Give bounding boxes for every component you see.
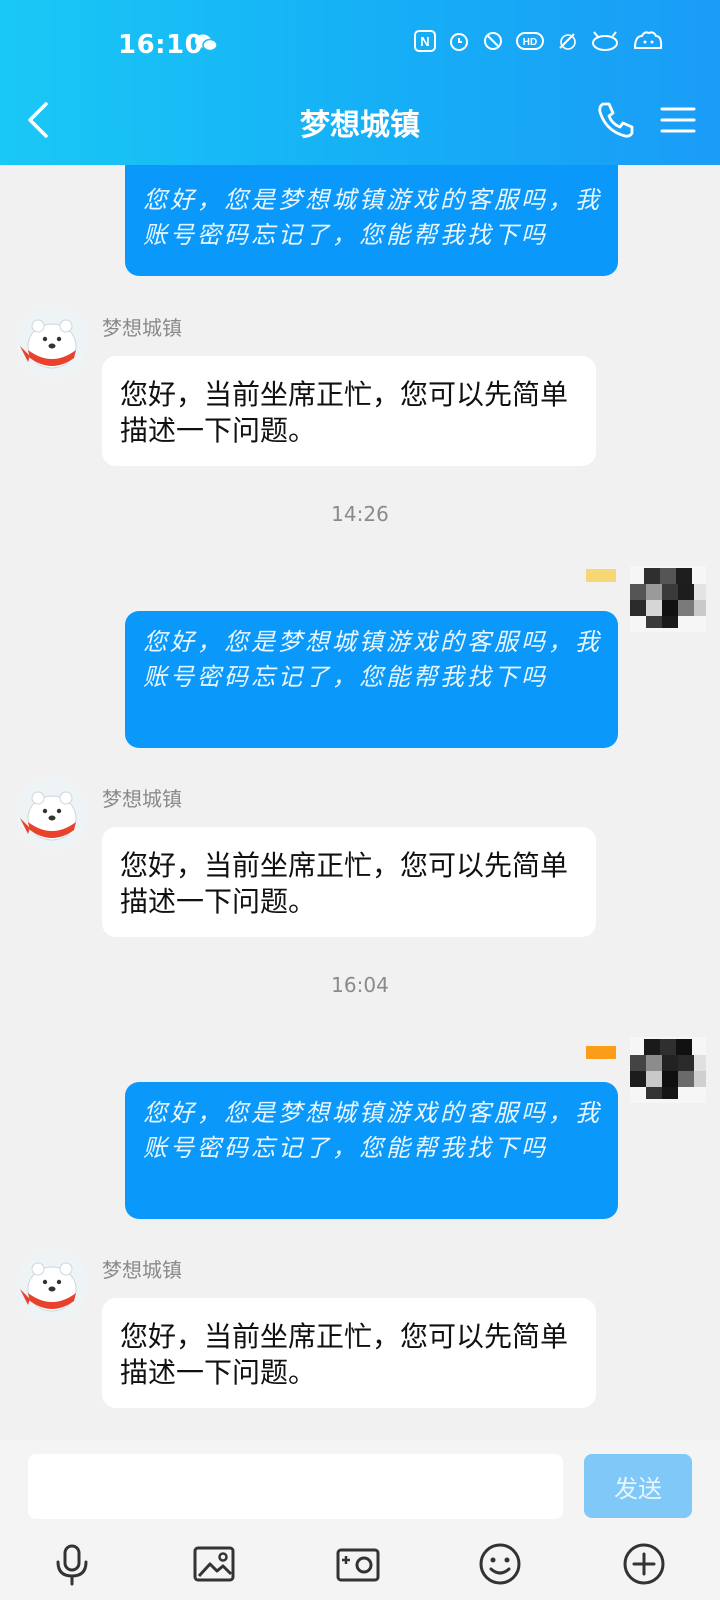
outgoing-message-bubble[interactable]: 您好，您是梦想城镇游戏的客服吗，我账号密码忘记了，您能帮我找下吗 bbox=[125, 611, 618, 748]
sender-name: 梦想城镇 bbox=[102, 316, 182, 340]
message-text: 您好，您是梦想城镇游戏的客服吗，我账号密码忘记了，您能帮我找下吗 bbox=[143, 186, 602, 249]
image-icon[interactable] bbox=[190, 1540, 238, 1588]
bot-avatar[interactable] bbox=[16, 306, 88, 378]
status-bar: 16:10 N HD bbox=[0, 0, 720, 90]
sender-name: 梦想城镇 bbox=[102, 1258, 182, 1282]
input-toolbar bbox=[0, 1540, 720, 1600]
bot-avatar[interactable] bbox=[16, 778, 88, 850]
wifi-icon bbox=[590, 30, 620, 56]
camera-icon[interactable] bbox=[334, 1540, 382, 1588]
sender-name: 梦想城镇 bbox=[102, 787, 182, 811]
message-text: 您好，您是梦想城镇游戏的客服吗，我账号密码忘记了，您能帮我找下吗 bbox=[143, 628, 602, 691]
message-timestamp: 16:04 bbox=[331, 973, 389, 997]
emoji-icon[interactable] bbox=[476, 1540, 524, 1588]
incoming-message-bubble[interactable]: 您好，当前坐席正忙，您可以先简单描述一下问题。 bbox=[102, 356, 596, 466]
hd-icon: HD bbox=[516, 30, 544, 56]
user-level-badge bbox=[586, 1046, 616, 1059]
send-button[interactable]: 发送 bbox=[584, 1454, 692, 1518]
message-timestamp: 14:26 bbox=[331, 502, 389, 526]
incoming-message-bubble[interactable]: 您好，当前坐席正忙，您可以先简单描述一下问题。 bbox=[102, 827, 596, 937]
phone-call-button[interactable] bbox=[594, 98, 638, 142]
bot-avatar[interactable] bbox=[16, 1249, 88, 1321]
outgoing-message-bubble[interactable]: 您好，您是梦想城镇游戏的客服吗，我账号密码忘记了，您能帮我找下吗 bbox=[125, 1082, 618, 1219]
alarm-icon bbox=[448, 30, 470, 56]
battery-icon bbox=[632, 30, 664, 56]
message-text: 您好，当前坐席正忙，您可以先简单描述一下问题。 bbox=[120, 849, 569, 918]
mute-icon bbox=[482, 30, 504, 56]
svg-text:HD: HD bbox=[523, 37, 537, 48]
wechat-icon bbox=[194, 33, 218, 57]
menu-button[interactable] bbox=[658, 100, 698, 140]
message-input[interactable] bbox=[28, 1454, 563, 1519]
message-text: 您好，当前坐席正忙，您可以先简单描述一下问题。 bbox=[120, 1320, 569, 1389]
incoming-message-bubble[interactable]: 您好，当前坐席正忙，您可以先简单描述一下问题。 bbox=[102, 1298, 596, 1408]
svg-text:N: N bbox=[420, 34, 429, 49]
input-area: 发送 bbox=[0, 1440, 720, 1600]
nfc-icon: N bbox=[414, 30, 436, 56]
app-header: 16:10 N HD 梦想城镇 bbox=[0, 0, 720, 165]
message-text: 您好，您是梦想城镇游戏的客服吗，我账号密码忘记了，您能帮我找下吗 bbox=[143, 1099, 602, 1162]
message-text: 您好，当前坐席正忙，您可以先简单描述一下问题。 bbox=[120, 378, 569, 447]
microphone-icon[interactable] bbox=[48, 1540, 96, 1588]
message-list[interactable]: 您好，您是梦想城镇游戏的客服吗，我账号密码忘记了，您能帮我找下吗 梦想城镇 您好… bbox=[0, 0, 720, 1440]
user-avatar[interactable] bbox=[630, 1037, 706, 1103]
user-avatar[interactable] bbox=[630, 566, 706, 632]
signal-icon bbox=[556, 30, 578, 56]
plus-icon[interactable] bbox=[620, 1540, 668, 1588]
user-level-badge bbox=[586, 569, 616, 582]
status-time: 16:10 bbox=[118, 30, 204, 60]
